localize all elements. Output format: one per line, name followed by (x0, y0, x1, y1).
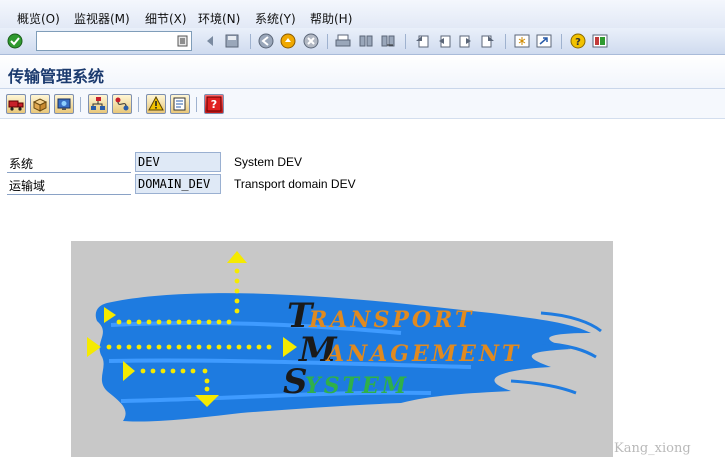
document-settings-icon (173, 97, 186, 111)
transport-layer-button[interactable] (88, 94, 108, 114)
transport-domain-description: Transport domain DEV (234, 177, 356, 191)
svg-text:S: S (283, 362, 308, 402)
hierarchy-icon (91, 97, 105, 110)
cancel-icon[interactable] (303, 33, 319, 49)
system-overview-button[interactable] (54, 94, 74, 114)
routing-icon (115, 97, 129, 111)
enter-check-icon[interactable] (7, 33, 23, 49)
new-session-icon[interactable] (514, 33, 530, 49)
save-icon[interactable] (224, 33, 240, 49)
menu-system[interactable]: 系统(Y) (255, 10, 296, 27)
help-icon[interactable]: ? (570, 33, 586, 49)
find-next-icon[interactable] (380, 33, 396, 49)
shortcut-icon[interactable] (536, 33, 552, 49)
back-arrow-icon[interactable] (202, 33, 218, 49)
application-toolbar: ? (0, 89, 725, 119)
exit-icon[interactable] (280, 33, 296, 49)
transport-routes-button[interactable] (6, 94, 26, 114)
system-description: System DEV (234, 155, 303, 169)
system-field: DEV (135, 152, 221, 172)
configuration-button[interactable] (170, 94, 190, 114)
standard-toolbar: ? (0, 28, 725, 55)
find-icon[interactable] (358, 33, 374, 49)
menu-monitor[interactable]: 监视器(M) (74, 10, 130, 27)
command-field[interactable] (36, 31, 192, 51)
info-button[interactable]: ? (204, 94, 224, 114)
transport-domain-field: DOMAIN_DEV (135, 174, 221, 194)
arrow-up (227, 251, 247, 263)
tms-logo-graphic: T RANSPORT M ANAGEMENT S YSTEM (87, 251, 602, 422)
monitor-icon (57, 98, 71, 110)
back-icon[interactable] (258, 33, 274, 49)
package-icon (32, 98, 48, 112)
previous-page-icon[interactable] (436, 33, 452, 49)
layout-icon[interactable] (592, 33, 608, 49)
command-dropdown-icon[interactable] (176, 33, 192, 49)
system-label: 系统 (9, 157, 34, 171)
menu-overview[interactable]: 概览(O) (17, 10, 60, 27)
alert-icon (148, 96, 164, 111)
next-page-icon[interactable] (458, 33, 474, 49)
first-page-icon[interactable] (414, 33, 430, 49)
watermark: Kang_xiong (614, 441, 691, 456)
alert-monitor-button[interactable] (146, 94, 166, 114)
menu-environment[interactable]: 环境(N) (198, 10, 240, 27)
title-bar: 传输管理系统 (0, 55, 725, 89)
question-icon: ? (206, 96, 222, 112)
svg-text:?: ? (575, 37, 581, 48)
transport-domain-underline (7, 194, 131, 195)
transport-domain-label: 运输域 (9, 179, 46, 193)
command-input[interactable] (39, 33, 175, 49)
print-icon[interactable] (335, 33, 351, 49)
truck-icon (8, 100, 24, 111)
svg-text:?: ? (211, 98, 217, 111)
arrow-right-2 (87, 337, 101, 357)
transport-strategy-button[interactable] (112, 94, 132, 114)
menu-help[interactable]: 帮助(H) (310, 10, 352, 27)
tms-logo: T RANSPORT M ANAGEMENT S YSTEM (71, 241, 613, 457)
system-underline (7, 172, 131, 173)
last-page-icon[interactable] (480, 33, 496, 49)
page-title: 传输管理系统 (8, 67, 105, 86)
logo-line-2: ANAGEMENT (325, 341, 521, 367)
menu-bar: 概览(O) 监视器(M) 细节(X) 环境(N) 系统(Y) 帮助(H) (0, 0, 725, 28)
import-overview-button[interactable] (30, 94, 50, 114)
menu-details[interactable]: 细节(X) (145, 10, 187, 27)
logo-line-3: YSTEM (305, 373, 409, 399)
